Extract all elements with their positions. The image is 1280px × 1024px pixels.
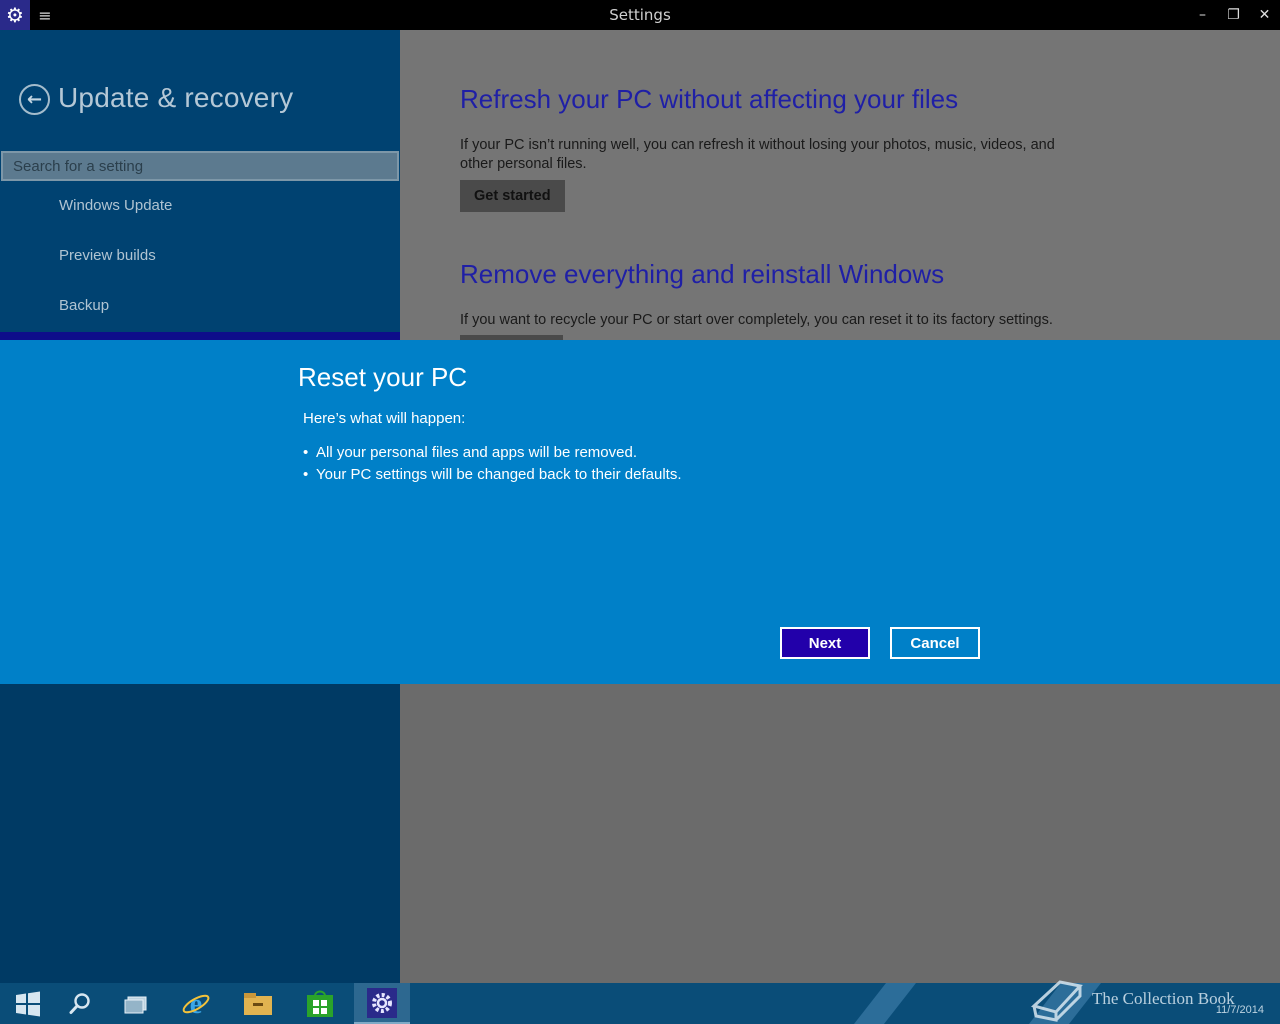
section-title: Update & recovery [58, 82, 294, 113]
restore-button[interactable]: ❐ [1218, 0, 1249, 30]
watermark: The Collection Book [1030, 975, 1280, 1023]
store-icon [307, 990, 333, 1017]
internet-explorer-button[interactable]: e [168, 983, 224, 1024]
file-explorer-icon [244, 992, 272, 1015]
back-arrow-icon[interactable]: ← [19, 84, 50, 115]
bullet-icon: • [303, 444, 309, 461]
sidebar-top: ← Update & recovery Windows Update Previ… [0, 30, 400, 342]
store-button[interactable] [292, 983, 348, 1024]
title-bar: ⚙ ≡ Settings – ❐ ✕ [0, 0, 1280, 30]
search-button[interactable] [52, 983, 108, 1024]
settings-app-icon: ⚙ [0, 0, 30, 30]
search-icon [69, 992, 90, 1014]
list-item: • All your personal files and apps will b… [303, 442, 682, 464]
task-view-icon [124, 996, 147, 1013]
hamburger-menu-icon[interactable]: ≡ [30, 0, 60, 30]
dialog-title: Reset your PC [298, 362, 468, 392]
dialog-bullets: • All your personal files and apps will b… [303, 442, 682, 486]
search-input[interactable] [1, 151, 399, 181]
reset-heading: Remove everything and reinstall Windows [460, 259, 945, 289]
task-view-button[interactable] [108, 983, 164, 1024]
content-top: Refresh your PC without affecting your f… [400, 30, 1280, 340]
list-item: • Your PC settings will be changed back t… [303, 464, 682, 486]
file-explorer-button[interactable] [230, 983, 286, 1024]
window-controls: – ❐ ✕ [1187, 0, 1280, 30]
book-icon [1030, 980, 1083, 1022]
reset-pc-dialog: Reset your PC Here’s what will happen: •… [0, 340, 1280, 684]
bullet-icon: • [303, 466, 309, 483]
cancel-button[interactable]: Cancel [890, 627, 980, 659]
minimize-button[interactable]: – [1187, 0, 1218, 30]
sidebar-item-backup[interactable]: Backup [59, 297, 109, 314]
settings-taskbar-button[interactable] [354, 983, 410, 1024]
taskbar-decoration [853, 983, 917, 1024]
dialog-subtitle: Here’s what will happen: [303, 410, 466, 427]
settings-icon [367, 987, 397, 1018]
start-button[interactable] [0, 983, 56, 1024]
svg-text:e: e [190, 989, 202, 1020]
window-title: Settings [609, 6, 671, 24]
sidebar-item-preview-builds[interactable]: Preview builds [59, 247, 156, 264]
refresh-heading: Refresh your PC without affecting your f… [460, 84, 959, 114]
next-button[interactable]: Next [780, 627, 870, 659]
start-icon [16, 991, 40, 1016]
internet-explorer-icon: e [182, 989, 210, 1020]
sidebar-item-windows-update[interactable]: Windows Update [59, 197, 172, 214]
reset-description: If you want to recycle your PC or start … [460, 312, 1053, 328]
watermark-text: The Collection Book [1092, 989, 1235, 1008]
get-started-button[interactable]: Get started [460, 180, 565, 212]
close-button[interactable]: ✕ [1249, 0, 1280, 30]
refresh-description: If your PC isn’t running well, you can r… [460, 137, 1055, 172]
